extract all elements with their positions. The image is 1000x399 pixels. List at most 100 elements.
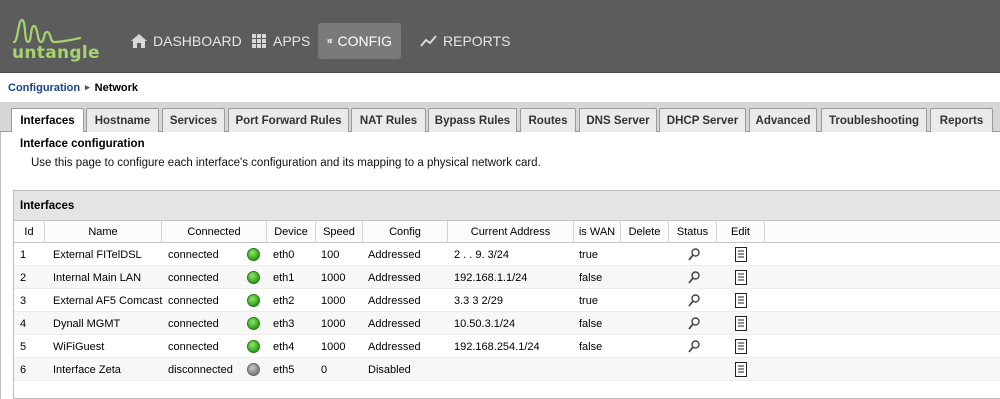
column-header-is-wan[interactable]: is WAN xyxy=(574,221,621,243)
cell-config: Addressed xyxy=(368,317,421,330)
column-header-config[interactable]: Config xyxy=(363,221,448,243)
tab-bypass-rules[interactable]: Bypass Rules xyxy=(428,108,517,132)
cell-id: 2 xyxy=(20,271,27,284)
column-header-name[interactable]: Name xyxy=(45,221,162,243)
home-icon xyxy=(131,34,147,48)
edit-document-icon[interactable] xyxy=(734,270,748,285)
cell-device: eth2 xyxy=(273,294,295,307)
cell-current-address: 192.168.254.1/24 xyxy=(454,340,540,353)
table-row[interactable]: 1 External FITelDSL connected eth0 100 A… xyxy=(14,243,1000,266)
cell-current-address: 10.50.3.1/24 xyxy=(454,317,516,330)
cell-speed: 1000 xyxy=(321,294,346,307)
cell-name: Internal Main LAN xyxy=(53,271,142,284)
tab-strip: Interfaces Hostname Services Port Forwar… xyxy=(0,103,1000,133)
logo-text: untangle xyxy=(12,43,100,63)
edit-document-icon[interactable] xyxy=(734,339,748,354)
cell-device: eth3 xyxy=(273,317,295,330)
grid-title: Interfaces xyxy=(14,191,1000,221)
nav-reports-label: REPORTS xyxy=(443,33,511,49)
cell-name: Interface Zeta xyxy=(53,363,121,376)
tab-hostname[interactable]: Hostname xyxy=(86,108,159,132)
nav-dashboard-label: DASHBOARD xyxy=(153,33,242,49)
cell-is-wan: false xyxy=(579,271,603,284)
edit-document-icon[interactable] xyxy=(734,293,748,308)
column-header-speed[interactable]: Speed xyxy=(316,221,363,243)
chevron-right-icon: ▸ xyxy=(85,82,90,92)
cell-connected: connected xyxy=(168,271,219,284)
tab-reports[interactable]: Reports xyxy=(930,108,993,132)
column-header-connected[interactable]: Connected xyxy=(162,221,267,243)
nav-config[interactable]: CONFIG xyxy=(318,23,401,59)
cell-name: Dynall MGMT xyxy=(53,317,121,330)
nav-dashboard[interactable]: DASHBOARD xyxy=(121,23,251,59)
cell-speed: 1000 xyxy=(321,317,346,330)
cell-device: eth5 xyxy=(273,363,295,376)
status-led-icon xyxy=(247,340,260,353)
tab-nat-rules[interactable]: NAT Rules xyxy=(351,108,426,132)
status-led-icon xyxy=(247,294,260,307)
cell-id: 6 xyxy=(20,363,27,376)
nav-reports[interactable]: REPORTS xyxy=(411,23,519,59)
tab-services[interactable]: Services xyxy=(162,108,225,132)
breadcrumb: Configuration ▸ Network xyxy=(0,73,1000,103)
cell-speed: 0 xyxy=(321,363,328,376)
tab-routes[interactable]: Routes xyxy=(520,108,576,132)
column-header-delete[interactable]: Delete xyxy=(621,221,669,243)
magnifier-icon[interactable] xyxy=(687,247,701,262)
section-title: Interface configuration xyxy=(20,138,145,150)
cell-current-address: 192.168.1.1/24 xyxy=(454,271,528,284)
interfaces-grid: Interfaces Id Name Connected Device Spee… xyxy=(13,190,1000,399)
column-header-edit[interactable]: Edit xyxy=(717,221,765,243)
cell-name: External FITelDSL xyxy=(53,248,142,261)
cell-connected: connected xyxy=(168,340,219,353)
cell-connected: connected xyxy=(168,317,219,330)
magnifier-icon[interactable] xyxy=(687,316,701,331)
cell-speed: 1000 xyxy=(321,271,346,284)
nav-config-label: CONFIG xyxy=(337,33,392,49)
breadcrumb-configuration[interactable]: Configuration xyxy=(8,82,80,94)
column-header-current-address[interactable]: Current Address xyxy=(448,221,574,243)
cell-device: eth0 xyxy=(273,248,295,261)
tab-dns-server[interactable]: DNS Server xyxy=(579,108,657,132)
cell-speed: 1000 xyxy=(321,340,346,353)
column-header-id[interactable]: Id xyxy=(14,221,45,243)
edit-document-icon[interactable] xyxy=(734,362,748,377)
cell-id: 4 xyxy=(20,317,27,330)
cell-is-wan: false xyxy=(579,317,603,330)
status-led-icon xyxy=(247,363,260,376)
column-header-status[interactable]: Status xyxy=(669,221,717,243)
tab-dhcp-server[interactable]: DHCP Server xyxy=(659,108,746,132)
cell-connected: connected xyxy=(168,294,219,307)
table-row[interactable]: 3 External AF5 Comcast connected eth2 10… xyxy=(14,289,1000,312)
cell-device: eth4 xyxy=(273,340,295,353)
table-row[interactable]: 2 Internal Main LAN connected eth1 1000 … xyxy=(14,266,1000,289)
table-row[interactable]: 6 Interface Zeta disconnected eth5 0 Dis… xyxy=(14,358,1000,381)
edit-document-icon[interactable] xyxy=(734,247,748,262)
cell-current-address: 2 . . 9. 3/24 xyxy=(454,248,510,261)
cell-speed: 100 xyxy=(321,248,340,261)
table-row[interactable]: 5 WiFiGuest connected eth4 1000 Addresse… xyxy=(14,335,1000,358)
cell-config: Addressed xyxy=(368,294,421,307)
tab-interfaces[interactable]: Interfaces xyxy=(11,108,84,133)
tab-troubleshooting[interactable]: Troubleshooting xyxy=(821,108,927,132)
table-row[interactable]: 4 Dynall MGMT connected eth3 1000 Addres… xyxy=(14,312,1000,335)
cell-config: Addressed xyxy=(368,340,421,353)
cell-name: WiFiGuest xyxy=(53,340,105,353)
cell-config: Addressed xyxy=(368,271,421,284)
edit-document-icon[interactable] xyxy=(734,316,748,331)
magnifier-icon[interactable] xyxy=(687,339,701,354)
cell-connected: disconnected xyxy=(168,363,233,376)
tab-port-forward-rules[interactable]: Port Forward Rules xyxy=(228,108,349,132)
column-header-device[interactable]: Device xyxy=(267,221,316,243)
magnifier-icon[interactable] xyxy=(687,293,701,308)
cell-is-wan: true xyxy=(579,294,598,307)
top-nav-bar: untangle DASHBOARD APPS CONFIG REPORTS xyxy=(0,0,1000,73)
nav-apps-label: APPS xyxy=(273,33,311,49)
cell-is-wan: false xyxy=(579,340,603,353)
magnifier-icon[interactable] xyxy=(687,270,701,285)
tab-advanced[interactable]: Advanced xyxy=(749,108,817,132)
nav-apps[interactable]: APPS xyxy=(241,23,319,59)
cell-device: eth1 xyxy=(273,271,295,284)
cell-id: 1 xyxy=(20,248,27,261)
cell-config: Disabled xyxy=(368,363,411,376)
